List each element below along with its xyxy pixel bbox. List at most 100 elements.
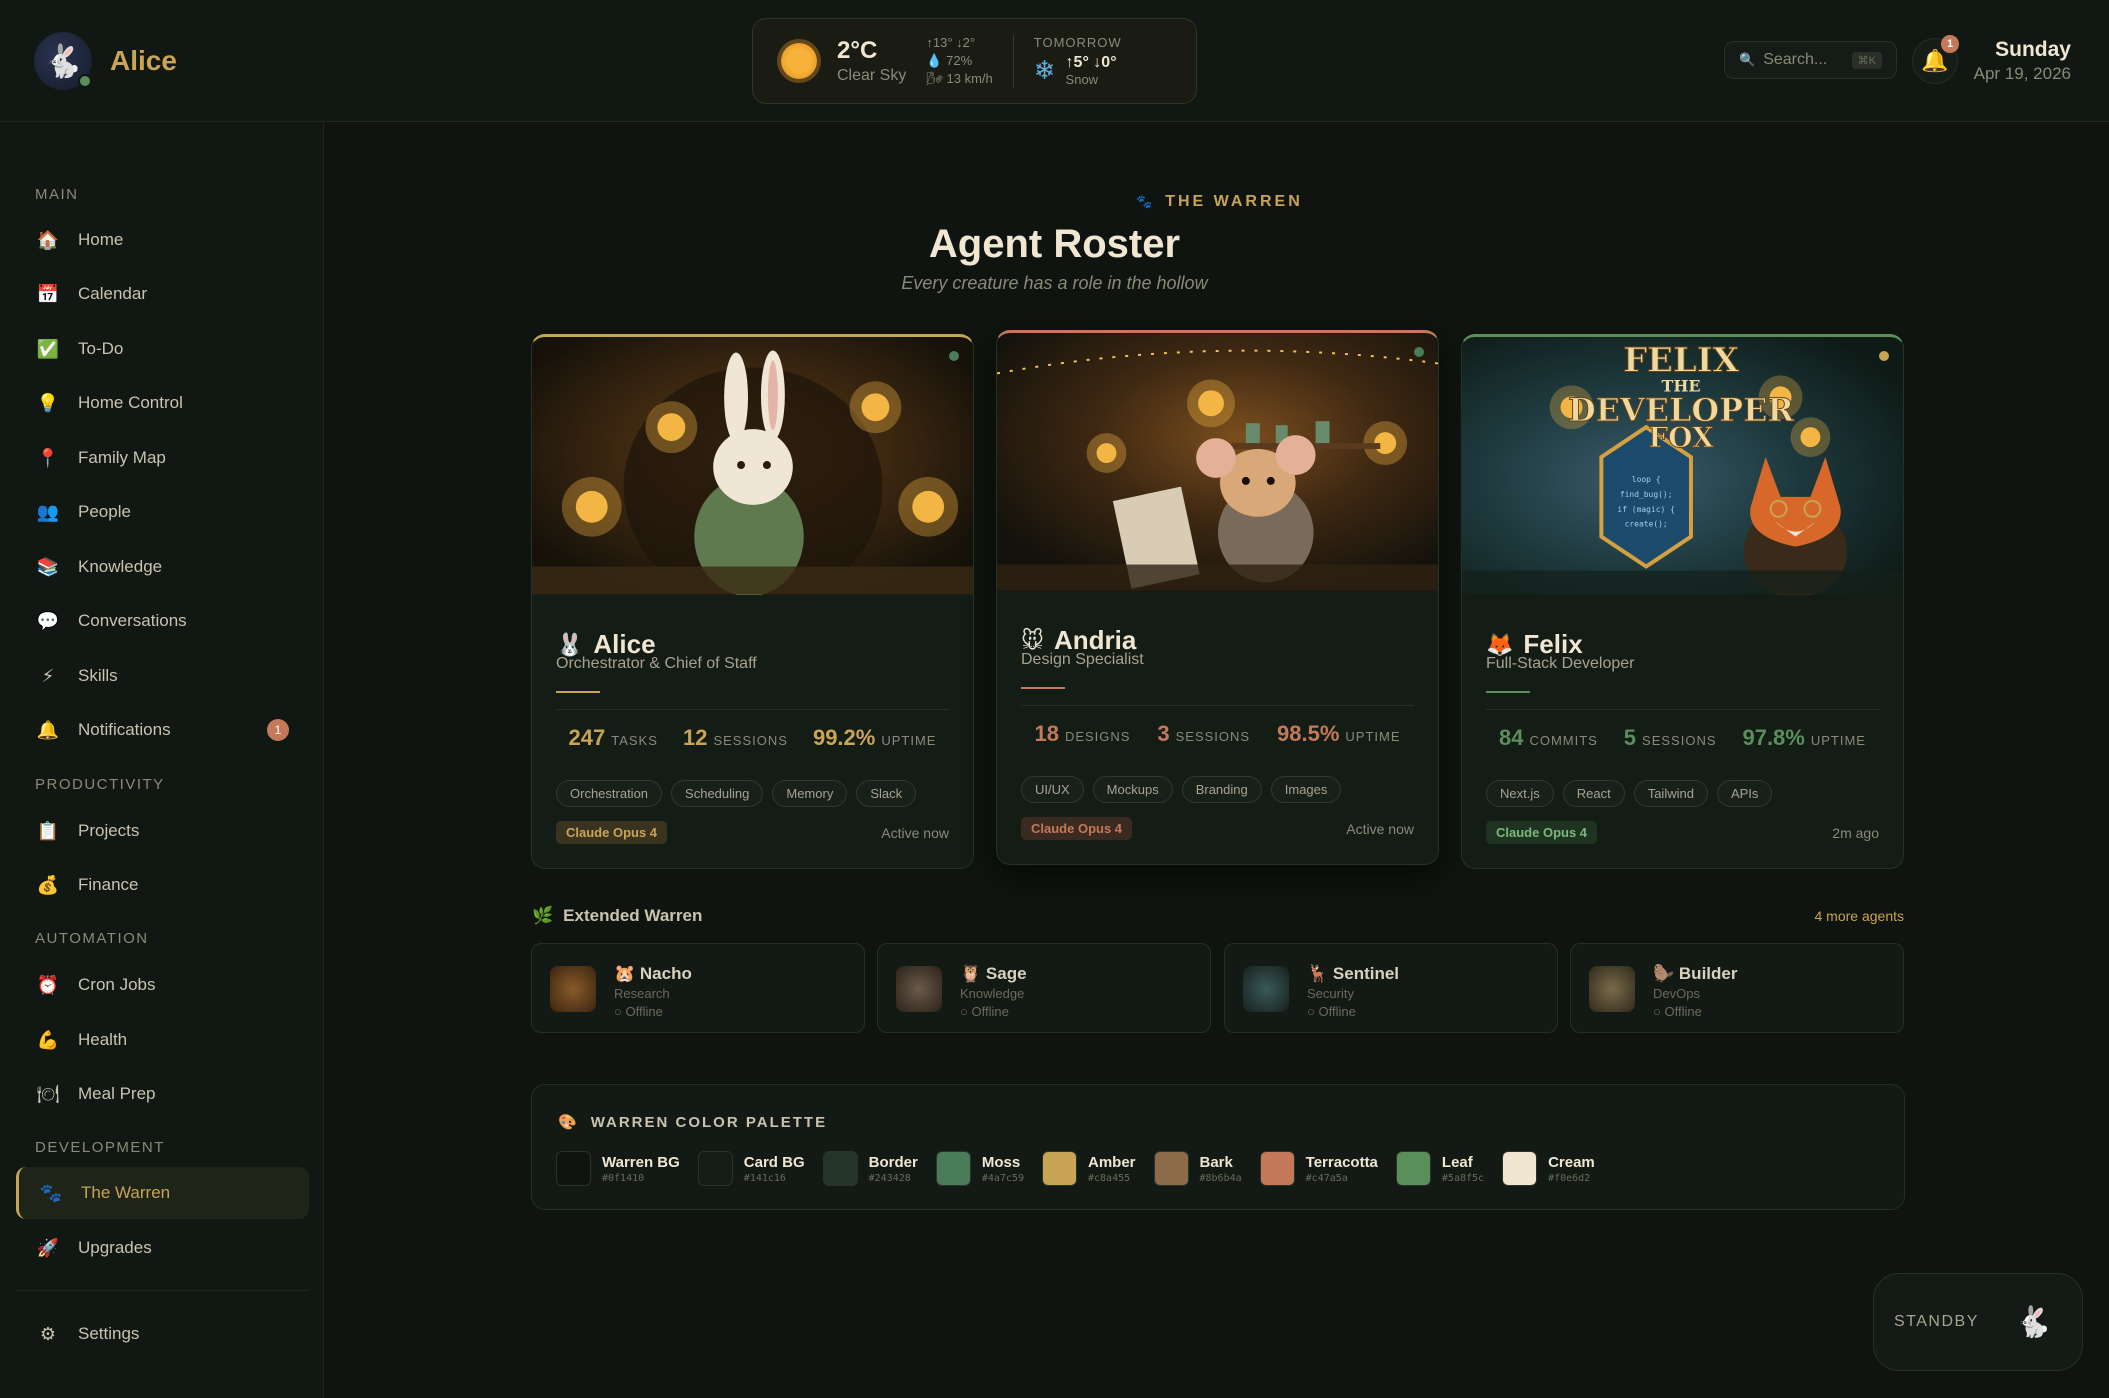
sidebar-item-skills[interactable]: ⚡ Skills: [16, 650, 309, 702]
sidebar-item-upgrades[interactable]: 🚀 Upgrades: [16, 1222, 309, 1274]
sidebar-item-people[interactable]: 👥 People: [16, 486, 309, 538]
agent-stats: 18 DESIGNS 3 SESSIONS 98.5% UPTIME: [1021, 721, 1414, 747]
brand[interactable]: 🐇 Alice: [34, 32, 177, 90]
online-status-dot: [1414, 347, 1424, 357]
mini-agent-status: ○ Offline: [614, 1004, 663, 1019]
color-swatch[interactable]: Leaf #5a8f5c: [1395, 1151, 1484, 1186]
search-input[interactable]: 🔍 Search... ⌘K: [1724, 41, 1897, 79]
svg-text:find_bug();: find_bug();: [1620, 490, 1673, 499]
stat-value: 3: [1157, 721, 1170, 746]
more-agents-link[interactable]: 4 more agents: [1815, 908, 1905, 924]
agent-card-felix[interactable]: loop { find_bug(); if (magic) { create()…: [1461, 334, 1904, 869]
mini-agent-role: Security: [1307, 986, 1354, 1001]
swatch-hex: #243428: [868, 1172, 911, 1184]
mini-agent-card-builder[interactable]: 🦫 Builder DevOps ○ Offline: [1570, 943, 1904, 1033]
rabbit-icon: 🐇: [43, 43, 83, 79]
last-seen: Active now: [1346, 821, 1414, 837]
palette-heading: 🎨 WARREN COLOR PALETTE: [558, 1113, 827, 1132]
sidebar-item-knowledge[interactable]: 📚 Knowledge: [16, 541, 309, 593]
sidebar-item-projects[interactable]: 📋 Projects: [16, 805, 309, 857]
money-bag-icon: 💰: [36, 874, 60, 895]
sidebar-item-health[interactable]: 💪 Health: [16, 1014, 309, 1066]
sidebar-item-finance[interactable]: 💰 Finance: [16, 859, 309, 911]
swatch-name: Moss: [981, 1153, 1021, 1171]
color-swatch[interactable]: Card BG #141c16: [697, 1151, 805, 1186]
weather-divider: [1012, 35, 1014, 87]
swatch-name: Amber: [1087, 1153, 1136, 1171]
skill-tag[interactable]: React: [1562, 780, 1625, 807]
agent-card-alice[interactable]: 🐰 Alice Orchestrator & Chief of Staff 24…: [531, 334, 974, 869]
section-main: MAIN: [35, 186, 79, 203]
standby-button[interactable]: STANDBY 🐇: [1873, 1273, 2083, 1371]
skill-tag[interactable]: Images: [1270, 776, 1342, 803]
sidebar-item-home-control[interactable]: 💡 Home Control: [16, 377, 309, 429]
sidebar-item-the-warren[interactable]: 🐾 The Warren: [16, 1167, 309, 1219]
droplet-icon: 💧: [926, 53, 943, 68]
stat-label: UPTIME: [1345, 729, 1401, 744]
color-swatch[interactable]: Moss #4a7c59: [935, 1151, 1024, 1186]
swatch-color-box: [1041, 1151, 1077, 1186]
swatch-name: Bark: [1199, 1153, 1233, 1171]
skill-tag[interactable]: Memory: [772, 780, 848, 807]
mini-agent-name: Sage: [985, 964, 1027, 983]
skill-tag[interactable]: Slack: [856, 780, 917, 807]
skill-tag[interactable]: Mockups: [1092, 776, 1173, 803]
sidebar-divider: [16, 1290, 309, 1291]
andria-portrait-image: [997, 333, 1438, 591]
color-swatch[interactable]: Bark #8b6b4a: [1153, 1151, 1242, 1186]
skill-tag[interactable]: Branding: [1181, 776, 1262, 803]
sidebar-item-label: Home Control: [78, 393, 183, 412]
svg-text:loop {: loop {: [1632, 475, 1661, 484]
sidebar-item-label: People: [78, 502, 131, 521]
swatch-name: Warren BG: [602, 1153, 680, 1171]
skill-tag[interactable]: APIs: [1716, 780, 1773, 807]
sidebar-item-label: Settings: [78, 1324, 140, 1343]
skill-tag[interactable]: UI/UX: [1021, 776, 1084, 803]
skill-tag[interactable]: Scheduling: [671, 780, 764, 807]
mini-agent-card-nacho[interactable]: 🐹 Nacho Research ○ Offline: [531, 943, 865, 1033]
swatch-hex: #8b6b4a: [1199, 1172, 1242, 1184]
owl-icon: 🦉: [960, 964, 982, 983]
eyebrow-label: THE WARREN: [1165, 193, 1303, 210]
alarm-clock-icon: ⏰: [36, 974, 60, 995]
date-display: Sunday Apr 19, 2026: [1974, 38, 2071, 84]
skill-tag[interactable]: Next.js: [1486, 780, 1554, 807]
swatch-hex: #f0e6d2: [1548, 1172, 1591, 1184]
online-status-dot: [949, 351, 959, 361]
paw-icon: 🐾: [39, 1182, 63, 1203]
weather-widget[interactable]: 2°C Clear Sky ↑13° ↓2° 💧 72% 🌬 13 km/h T…: [752, 18, 1197, 104]
swatch-color-box: [1153, 1151, 1189, 1186]
sidebar-item-family-map[interactable]: 📍 Family Map: [16, 432, 309, 484]
sidebar-item-cron-jobs[interactable]: ⏰ Cron Jobs: [16, 959, 309, 1011]
agent-card-andria[interactable]: 🐭 Andria Design Specialist 18 DESIGNS 3 SE…: [996, 330, 1439, 865]
color-swatch[interactable]: Cream #f0e6d2: [1502, 1151, 1595, 1186]
swatch-name: Border: [868, 1153, 918, 1171]
color-swatch[interactable]: Border #243428: [822, 1151, 918, 1186]
sidebar-item-conversations[interactable]: 💬 Conversations: [16, 595, 309, 647]
wind-icon: 🌬: [926, 71, 943, 86]
sprout-icon: 🌿: [532, 906, 554, 925]
model-badge: Claude Opus 4: [1021, 817, 1133, 840]
last-seen: 2m ago: [1832, 825, 1879, 841]
date-day: Sunday: [1995, 38, 2071, 61]
color-swatch[interactable]: Amber #c8a455: [1041, 1151, 1136, 1186]
stat-value: 97.8%: [1742, 725, 1805, 750]
skill-tag[interactable]: Orchestration: [556, 780, 663, 807]
sidebar-item-label: To-Do: [78, 339, 124, 358]
agent-stats: 247 TASKS 12 SESSIONS 99.2% UPTIME: [556, 725, 949, 751]
mini-agent-card-sage[interactable]: 🦉 Sage Knowledge ○ Offline: [877, 943, 1211, 1033]
art-title-line: FOX: [1648, 421, 1714, 454]
color-swatch[interactable]: Warren BG #0f1410: [556, 1151, 680, 1186]
weather-temp: 2°C: [837, 37, 878, 64]
rabbit-icon: 🐰: [556, 631, 584, 657]
sidebar-item-notifications[interactable]: 🔔 Notifications 1: [16, 704, 309, 756]
skill-tag[interactable]: Tailwind: [1633, 780, 1708, 807]
sidebar-item-todo[interactable]: ✅ To-Do: [16, 323, 309, 375]
color-swatch[interactable]: Terracotta #c47a5a: [1259, 1151, 1378, 1186]
notifications-button[interactable]: 🔔 1: [1912, 35, 1959, 84]
sidebar-item-settings[interactable]: ⚙ Settings: [16, 1308, 309, 1360]
status-dot: [1879, 351, 1889, 361]
builder-thumbnail: [1589, 966, 1635, 1012]
sidebar-item-meal-prep[interactable]: 🍽 Meal Prep: [16, 1068, 309, 1120]
mini-agent-card-sentinel[interactable]: 🦌 Sentinel Security ○ Offline: [1224, 943, 1558, 1033]
